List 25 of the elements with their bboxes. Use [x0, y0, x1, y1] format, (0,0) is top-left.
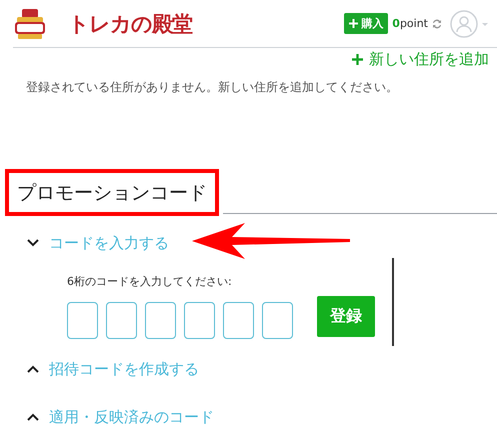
empty-address-message: 登録されている住所がありません。新しい住所を追加してください。 — [26, 79, 399, 96]
add-address-link[interactable]: 新しい住所を追加 — [352, 50, 489, 69]
refresh-icon[interactable] — [431, 18, 443, 30]
accordion-toggle[interactable]: 招待コードを作成する — [27, 354, 199, 384]
logo-icon — [14, 8, 46, 40]
chevron-up-icon — [27, 413, 39, 421]
register-button[interactable]: 登録 — [317, 296, 375, 337]
plus-icon — [352, 54, 363, 65]
avatar-icon[interactable] — [449, 8, 489, 38]
code-digit-field[interactable] — [106, 302, 137, 339]
code-digit-field[interactable] — [262, 302, 293, 339]
code-digit-field[interactable] — [184, 302, 215, 339]
chevron-down-icon — [27, 239, 39, 247]
code-digit-field[interactable] — [67, 302, 98, 339]
code-digit-field[interactable] — [145, 302, 176, 339]
section-title: プロモーションコード — [5, 169, 219, 216]
chevron-up-icon — [27, 365, 39, 373]
accordion-toggle[interactable]: 適用・反映済みのコード — [27, 402, 214, 432]
buy-button[interactable]: 購入 — [344, 13, 388, 34]
code-digit-field[interactable] — [223, 302, 254, 339]
accordion-toggle[interactable]: コードを入力する — [27, 228, 169, 258]
points-balance: 0point — [392, 17, 428, 30]
code-prompt: 6桁のコードを入力してください: — [67, 274, 233, 289]
logo-text[interactable]: トレカの殿堂 — [68, 10, 192, 38]
plus-icon — [349, 19, 358, 28]
